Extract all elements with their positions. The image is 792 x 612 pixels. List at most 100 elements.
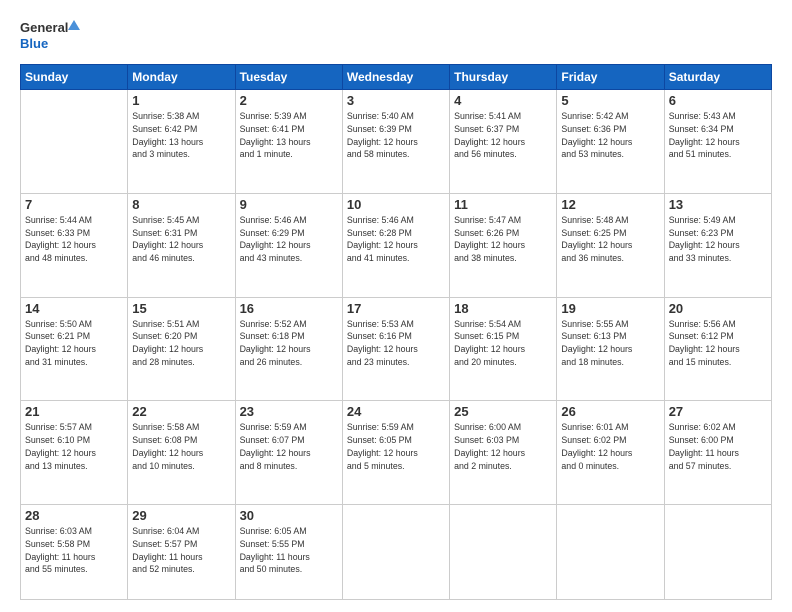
day-number: 2: [240, 93, 338, 108]
header-saturday: Saturday: [664, 65, 771, 90]
day-number: 10: [347, 197, 445, 212]
cell-2-5: 19 Sunrise: 5:55 AMSunset: 6:13 PMDayligh…: [557, 297, 664, 401]
day-info: Sunrise: 5:59 AMSunset: 6:05 PMDaylight:…: [347, 421, 445, 472]
day-info: Sunrise: 5:47 AMSunset: 6:26 PMDaylight:…: [454, 214, 552, 265]
day-info: Sunrise: 5:44 AMSunset: 6:33 PMDaylight:…: [25, 214, 123, 265]
day-number: 11: [454, 197, 552, 212]
day-info: Sunrise: 5:55 AMSunset: 6:13 PMDaylight:…: [561, 318, 659, 369]
day-info: Sunrise: 5:50 AMSunset: 6:21 PMDaylight:…: [25, 318, 123, 369]
cell-2-3: 17Sunrise: 5:53 AMSunset: 6:16 PMDayligh…: [342, 297, 449, 401]
day-number: 16: [240, 301, 338, 316]
cell-4-2: 30 Sunrise: 6:05 AMSunset: 5:55 PMDayligh…: [235, 505, 342, 600]
day-number: 27: [669, 404, 767, 419]
header-thursday: Thursday: [450, 65, 557, 90]
day-info: Sunrise: 5:57 AMSunset: 6:10 PMDaylight:…: [25, 421, 123, 472]
day-info: Sunrise: 5:40 AMSunset: 6:39 PMDaylight:…: [347, 110, 445, 161]
day-number: 13: [669, 197, 767, 212]
cell-0-1: 1Sunrise: 5:38 AMSunset: 6:42 PMDaylight…: [128, 90, 235, 194]
cell-3-4: 25 Sunrise: 6:00 AMSunset: 6:03 PMDayligh…: [450, 401, 557, 505]
day-info: Sunrise: 5:52 AMSunset: 6:18 PMDaylight:…: [240, 318, 338, 369]
header-row: SundayMondayTuesdayWednesdayThursdayFrid…: [21, 65, 772, 90]
day-number: 8: [132, 197, 230, 212]
day-info: Sunrise: 6:05 AMSunset: 5:55 PMDaylight:…: [240, 525, 338, 576]
day-info: Sunrise: 6:02 AMSunset: 6:00 PMDaylight:…: [669, 421, 767, 472]
day-number: 30: [240, 508, 338, 523]
day-number: 6: [669, 93, 767, 108]
day-number: 12: [561, 197, 659, 212]
week-row-2: 7 Sunrise: 5:44 AMSunset: 6:33 PMDaylight…: [21, 193, 772, 297]
cell-4-5: [557, 505, 664, 600]
day-number: 23: [240, 404, 338, 419]
day-number: 28: [25, 508, 123, 523]
header-sunday: Sunday: [21, 65, 128, 90]
logo-svg: General Blue: [20, 18, 80, 54]
day-info: Sunrise: 5:48 AMSunset: 6:25 PMDaylight:…: [561, 214, 659, 265]
day-number: 1: [132, 93, 230, 108]
cell-3-6: 27 Sunrise: 6:02 AMSunset: 6:00 PMDayligh…: [664, 401, 771, 505]
day-info: Sunrise: 5:45 AMSunset: 6:31 PMDaylight:…: [132, 214, 230, 265]
week-row-5: 28 Sunrise: 6:03 AMSunset: 5:58 PMDayligh…: [21, 505, 772, 600]
cell-2-2: 16 Sunrise: 5:52 AMSunset: 6:18 PMDayligh…: [235, 297, 342, 401]
cell-2-6: 20 Sunrise: 5:56 AMSunset: 6:12 PMDayligh…: [664, 297, 771, 401]
day-info: Sunrise: 5:58 AMSunset: 6:08 PMDaylight:…: [132, 421, 230, 472]
day-number: 29: [132, 508, 230, 523]
cell-1-5: 12 Sunrise: 5:48 AMSunset: 6:25 PMDayligh…: [557, 193, 664, 297]
day-number: 21: [25, 404, 123, 419]
cell-1-4: 11 Sunrise: 5:47 AMSunset: 6:26 PMDayligh…: [450, 193, 557, 297]
day-info: Sunrise: 5:56 AMSunset: 6:12 PMDaylight:…: [669, 318, 767, 369]
cell-4-1: 29 Sunrise: 6:04 AMSunset: 5:57 PMDayligh…: [128, 505, 235, 600]
cell-1-2: 9Sunrise: 5:46 AMSunset: 6:29 PMDaylight…: [235, 193, 342, 297]
page: General Blue SundayMondayTuesdayWednesda…: [0, 0, 792, 612]
day-number: 24: [347, 404, 445, 419]
logo: General Blue: [20, 18, 80, 54]
day-number: 22: [132, 404, 230, 419]
day-info: Sunrise: 5:42 AMSunset: 6:36 PMDaylight:…: [561, 110, 659, 161]
svg-text:General: General: [20, 20, 68, 35]
day-info: Sunrise: 5:41 AMSunset: 6:37 PMDaylight:…: [454, 110, 552, 161]
cell-0-6: 6 Sunrise: 5:43 AMSunset: 6:34 PMDaylight…: [664, 90, 771, 194]
day-info: Sunrise: 5:43 AMSunset: 6:34 PMDaylight:…: [669, 110, 767, 161]
cell-0-3: 3 Sunrise: 5:40 AMSunset: 6:39 PMDaylight…: [342, 90, 449, 194]
day-number: 26: [561, 404, 659, 419]
header-tuesday: Tuesday: [235, 65, 342, 90]
day-number: 7: [25, 197, 123, 212]
day-number: 15: [132, 301, 230, 316]
header-monday: Monday: [128, 65, 235, 90]
day-info: Sunrise: 6:00 AMSunset: 6:03 PMDaylight:…: [454, 421, 552, 472]
day-info: Sunrise: 5:46 AMSunset: 6:28 PMDaylight:…: [347, 214, 445, 265]
day-number: 14: [25, 301, 123, 316]
cell-1-1: 8 Sunrise: 5:45 AMSunset: 6:31 PMDaylight…: [128, 193, 235, 297]
day-info: Sunrise: 5:39 AMSunset: 6:41 PMDaylight:…: [240, 110, 338, 161]
week-row-4: 21 Sunrise: 5:57 AMSunset: 6:10 PMDayligh…: [21, 401, 772, 505]
day-info: Sunrise: 6:03 AMSunset: 5:58 PMDaylight:…: [25, 525, 123, 576]
cell-1-6: 13Sunrise: 5:49 AMSunset: 6:23 PMDayligh…: [664, 193, 771, 297]
cell-2-0: 14 Sunrise: 5:50 AMSunset: 6:21 PMDayligh…: [21, 297, 128, 401]
day-number: 18: [454, 301, 552, 316]
week-row-3: 14 Sunrise: 5:50 AMSunset: 6:21 PMDayligh…: [21, 297, 772, 401]
cell-3-1: 22 Sunrise: 5:58 AMSunset: 6:08 PMDayligh…: [128, 401, 235, 505]
day-info: Sunrise: 5:46 AMSunset: 6:29 PMDaylight:…: [240, 214, 338, 265]
cell-0-0: [21, 90, 128, 194]
day-number: 4: [454, 93, 552, 108]
day-info: Sunrise: 6:04 AMSunset: 5:57 PMDaylight:…: [132, 525, 230, 576]
day-number: 3: [347, 93, 445, 108]
svg-text:Blue: Blue: [20, 36, 48, 51]
day-number: 5: [561, 93, 659, 108]
calendar-table: SundayMondayTuesdayWednesdayThursdayFrid…: [20, 64, 772, 600]
day-number: 20: [669, 301, 767, 316]
cell-3-5: 26Sunrise: 6:01 AMSunset: 6:02 PMDayligh…: [557, 401, 664, 505]
cell-0-4: 4 Sunrise: 5:41 AMSunset: 6:37 PMDaylight…: [450, 90, 557, 194]
cell-4-0: 28 Sunrise: 6:03 AMSunset: 5:58 PMDayligh…: [21, 505, 128, 600]
day-info: Sunrise: 5:59 AMSunset: 6:07 PMDaylight:…: [240, 421, 338, 472]
day-number: 25: [454, 404, 552, 419]
cell-4-6: [664, 505, 771, 600]
day-info: Sunrise: 5:54 AMSunset: 6:15 PMDaylight:…: [454, 318, 552, 369]
cell-1-0: 7 Sunrise: 5:44 AMSunset: 6:33 PMDaylight…: [21, 193, 128, 297]
header-friday: Friday: [557, 65, 664, 90]
week-row-1: 1Sunrise: 5:38 AMSunset: 6:42 PMDaylight…: [21, 90, 772, 194]
day-number: 19: [561, 301, 659, 316]
cell-2-1: 15Sunrise: 5:51 AMSunset: 6:20 PMDayligh…: [128, 297, 235, 401]
cell-0-2: 2 Sunrise: 5:39 AMSunset: 6:41 PMDaylight…: [235, 90, 342, 194]
header: General Blue: [20, 18, 772, 54]
header-wednesday: Wednesday: [342, 65, 449, 90]
